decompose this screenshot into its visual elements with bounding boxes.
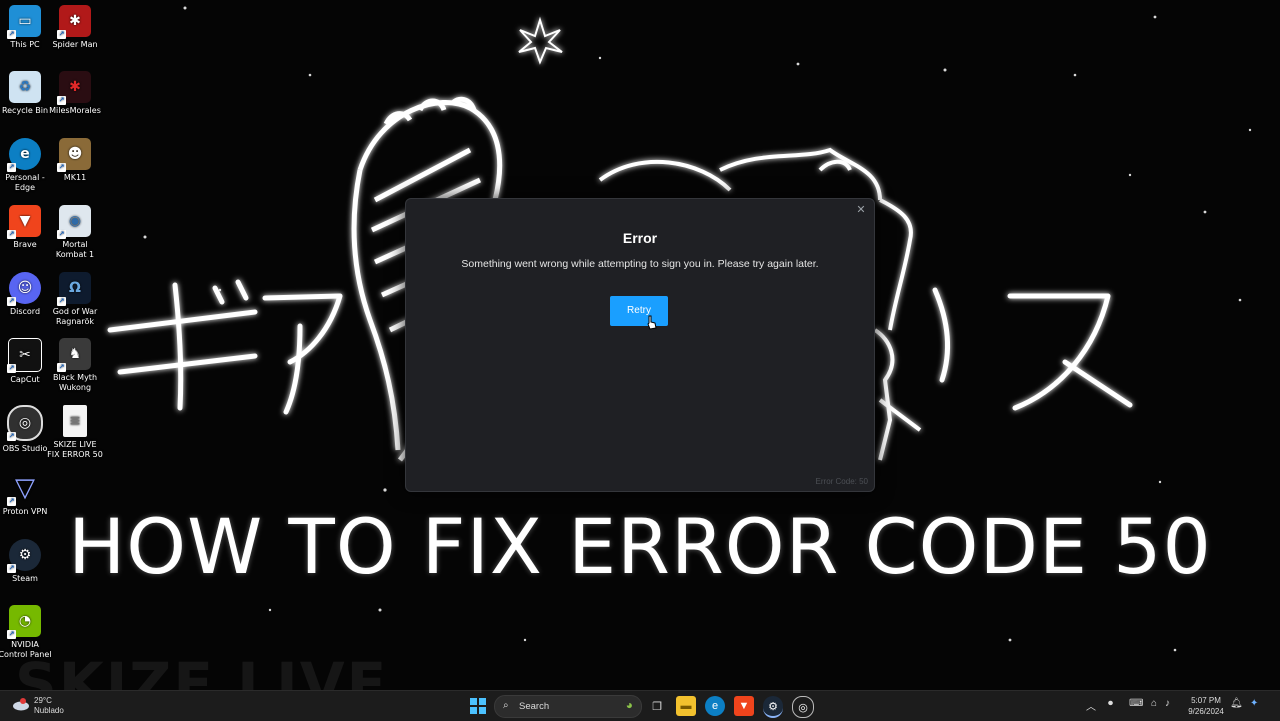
weather-condition: Nublado [34,706,64,715]
desktop-icon-mk11[interactable]: ☻ ↗ MK11 [46,138,104,183]
spider-man-icon: ✱ ↗ [57,5,91,39]
taskbar-clock[interactable]: 5:07 PM 9/26/2024 [1176,695,1236,717]
volume-icon[interactable]: ♪ [1165,698,1170,709]
miles-morales-icon: ✱ ↗ [57,71,91,105]
windows-logo-icon [470,698,486,714]
obs-taskbar-icon[interactable]: ◎ [792,696,814,718]
desktop-icon-mortal-kombat-1[interactable]: ◉ ↗ Mortal Kombat 1 [46,205,104,260]
keyboard-icon[interactable]: ⌨ [1129,698,1143,709]
video-headline: HOW TO FIX ERROR CODE 50 [68,502,1212,591]
capcut-icon: ✂ ↗ [7,338,42,373]
desktop-icon-god-of-war[interactable]: Ω ↗ God of War Ragnarök [46,272,104,327]
nvidia-icon: ◔ ↗ [7,605,41,639]
cloud-icon [13,698,29,711]
error-dialog: ✕ Error Something went wrong while attem… [405,198,875,492]
desktop-icon-black-myth-wukong[interactable]: ♞ ↗ Black Myth Wukong [46,338,104,393]
mk11-icon: ☻ ↗ [57,138,91,172]
file-explorer-icon[interactable]: ▬ [676,696,696,716]
desktop-icon-miles-morales[interactable]: ✱ ↗ MilesMorales [46,71,104,116]
steam-taskbar-icon[interactable]: ⚙ [763,696,783,718]
dialog-message: Something went wrong while attempting to… [461,258,819,270]
copilot-icon[interactable]: ✦ [1250,698,1258,709]
brave-lion-icon: ▼ ↗ [7,205,41,239]
taskbar: 29°C Nublado ⌕ Search ◕ ❐ ▬ e ▼ ⚙ ◎ ︿ ⏺ … [0,690,1280,721]
start-button[interactable] [468,696,488,716]
search-icon: ⌕ [503,700,509,711]
close-icon[interactable]: ✕ [854,203,868,217]
retry-button[interactable]: Retry [610,296,668,326]
desktop-icon-text-file[interactable]: ≡ SKIZE LIVE FIX ERROR 50 [46,405,104,460]
brave-taskbar-icon[interactable]: ▼ [734,696,754,716]
edge-taskbar-icon[interactable]: e [705,696,725,716]
obs-icon: ◎ ↗ [7,405,43,441]
search-highlight-icon: ◕ [625,698,633,712]
black-myth-wukong-icon: ♞ ↗ [57,338,91,372]
dialog-title: Error [622,230,658,246]
mortal-kombat-dragon-icon: ◉ ↗ [57,205,91,239]
recycle-bin-icon: ♻ [9,71,41,103]
desktop-icon-spider-man[interactable]: ✱ ↗ Spider Man [46,5,104,50]
error-code-label: Error Code: 50 [815,477,868,486]
discord-icon: ☺ ↗ [7,272,41,306]
proton-vpn-icon: ▽ ↗ [7,473,35,506]
network-icon[interactable]: ⌂ [1151,698,1157,709]
edge-icon: e ↗ [7,138,41,172]
god-of-war-icon: Ω ↗ [57,272,91,306]
text-file-icon: ≡ [63,405,87,437]
clock-time: 5:07 PM [1191,696,1221,705]
taskbar-search[interactable]: ⌕ Search ◕ [494,695,642,718]
search-placeholder: Search [519,701,550,712]
show-hidden-icons-button[interactable]: ︿ [1086,698,1096,713]
weather-temp: 29°C [34,696,52,705]
clock-date: 9/26/2024 [1188,707,1224,716]
microphone-icon[interactable]: ⏺ [1108,698,1113,709]
task-view-button[interactable]: ❐ [647,696,667,716]
notification-bell-icon[interactable]: 🔔︎ [1230,698,1243,709]
monitor-icon: ▭ ↗ [7,5,41,39]
hand-cursor-icon [647,315,657,330]
